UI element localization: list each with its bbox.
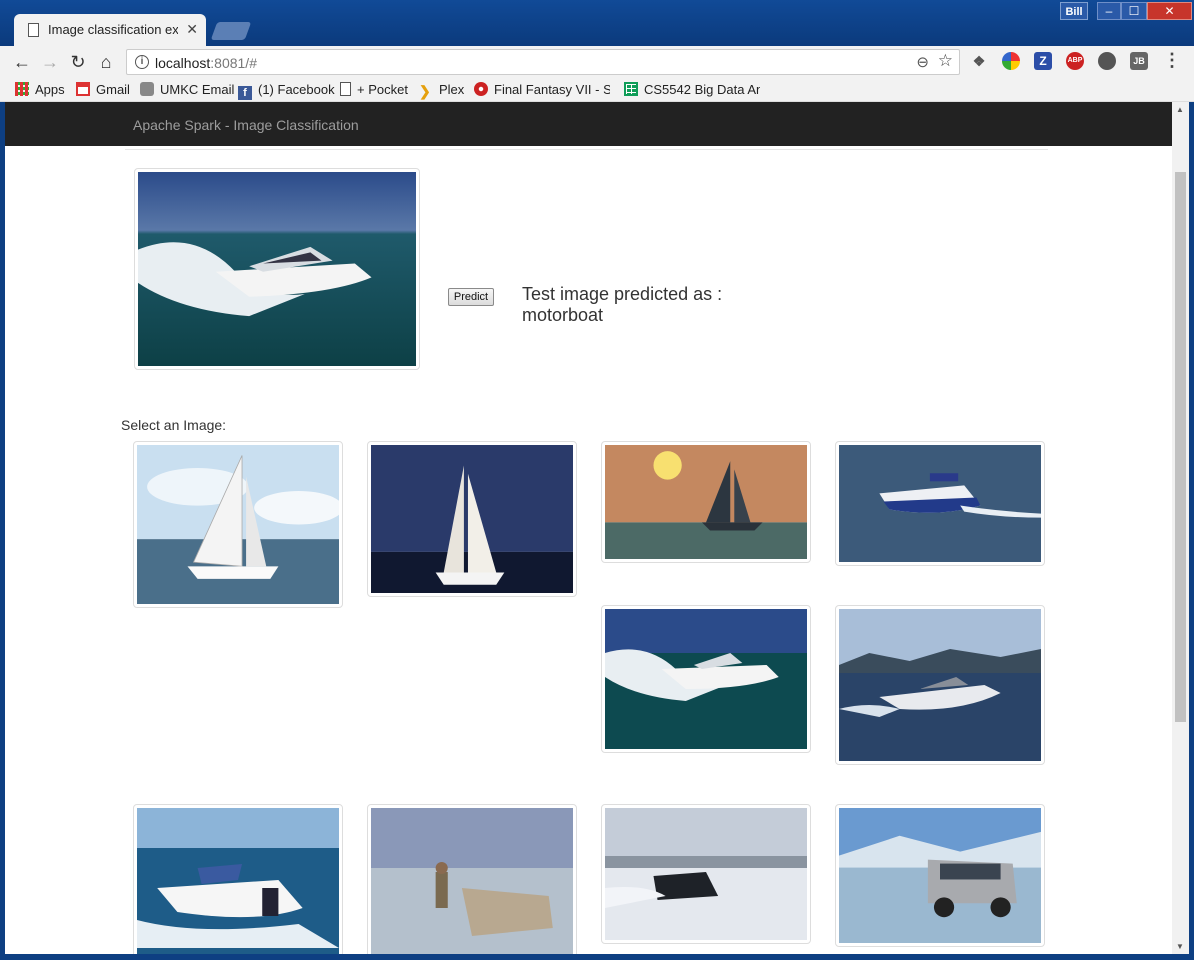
browser-tab[interactable]: Image classification exam ✕	[14, 14, 206, 46]
bookmark-pocket[interactable]: + Pocket	[340, 82, 408, 97]
z-icon[interactable]: Z	[1034, 52, 1052, 70]
close-window-button[interactable]: ✕	[1147, 2, 1192, 20]
url-text: localhost:8081/#	[155, 55, 257, 71]
maximize-button[interactable]: ☐	[1121, 2, 1147, 20]
predict-button[interactable]: Predict	[448, 288, 494, 306]
address-bar[interactable]: i localhost:8081/# ⊖ ☆	[126, 49, 960, 75]
bookmarks-bar: Apps Gmail UMKC Email f (1) Facebook + Po…	[0, 78, 1194, 102]
apps-grid-icon	[15, 82, 29, 96]
bookmark-final-fantasy[interactable]: Final Fantasy VII - Stat	[474, 82, 610, 97]
page-icon	[28, 23, 39, 37]
new-tab-button[interactable]	[210, 22, 252, 40]
zoom-icon[interactable]: ⊖	[916, 53, 929, 71]
app-navbar: Apache Spark - Image Classification	[5, 102, 1172, 146]
app-brand[interactable]: Apache Spark - Image Classification	[133, 117, 359, 133]
scrollbar-thumb[interactable]	[1175, 172, 1186, 722]
window-frame-right	[1189, 102, 1194, 960]
page-scrollbar[interactable]: ▲ ▼	[1172, 102, 1189, 954]
window-frame-left	[0, 102, 5, 960]
back-icon[interactable]: ←	[10, 50, 34, 74]
prediction-value: motorboat	[522, 305, 604, 325]
bookmark-plex[interactable]: ❯ Plex	[419, 82, 464, 98]
browser-toolbar: ← → ↻ ⌂ i localhost:8081/# ⊖ ☆ ❖ Z ABP J…	[0, 46, 1194, 78]
gallery-image-sailboat-1[interactable]	[133, 441, 343, 608]
plex-icon: ❯	[419, 83, 431, 99]
umkc-icon	[140, 82, 154, 96]
forward-icon[interactable]: →	[38, 50, 62, 74]
gallery-image-motorboat-1[interactable]	[835, 441, 1045, 566]
gallery-image-car-1[interactable]	[367, 804, 577, 954]
page-viewport: Apache Spark - Image Classification Pred…	[5, 102, 1172, 954]
tab-title: Image classification exam	[48, 22, 178, 37]
gallery-image-sailboat-3[interactable]	[601, 441, 811, 563]
chrome-color-icon[interactable]	[1002, 52, 1020, 70]
bookmark-gmail[interactable]: Gmail	[76, 82, 130, 97]
gmail-icon	[76, 82, 90, 96]
facebook-icon: f	[238, 86, 252, 100]
menu-icon[interactable]: ⋮	[1163, 50, 1181, 71]
sheets-icon	[624, 82, 638, 96]
prediction-result: Test image predicted as : motorboat	[522, 284, 722, 326]
close-tab-icon[interactable]: ✕	[186, 21, 198, 38]
abp-icon[interactable]: ABP	[1066, 52, 1084, 70]
reload-icon[interactable]: ↻	[66, 50, 90, 74]
gallery-image-sailboat-2[interactable]	[367, 441, 577, 597]
bookmark-umkc[interactable]: UMKC Email	[140, 82, 234, 97]
scroll-down-icon[interactable]: ▼	[1176, 942, 1184, 951]
gallery-image-motorboat-3[interactable]	[835, 605, 1045, 765]
pocket-icon[interactable]	[1098, 52, 1116, 70]
bookmark-star-icon[interactable]: ☆	[938, 51, 953, 71]
prediction-label: Test image predicted as :	[522, 284, 723, 304]
gallery-image-car-3[interactable]	[835, 804, 1045, 947]
gallery-image-motorboat-2[interactable]	[601, 605, 811, 753]
scroll-up-icon[interactable]: ▲	[1176, 105, 1184, 114]
minimize-button[interactable]: ‒	[1097, 2, 1121, 20]
page-icon	[340, 82, 351, 96]
jb-icon[interactable]: JB	[1130, 52, 1148, 70]
select-image-label: Select an Image:	[121, 417, 227, 433]
divider	[125, 149, 1048, 150]
bookmark-facebook[interactable]: f (1) Facebook	[238, 82, 335, 100]
bookmark-apps[interactable]: Apps	[15, 82, 65, 97]
info-icon[interactable]: i	[135, 55, 149, 69]
profile-button[interactable]: Bill	[1060, 2, 1088, 20]
window-titlebar: Image classification exam ✕ Bill ‒ ☐ ✕	[0, 0, 1194, 46]
gallery-image-motorboat-4[interactable]	[133, 804, 343, 954]
ff-icon	[474, 82, 488, 96]
bookmark-cs5542[interactable]: CS5542 Big Data Anal	[624, 82, 760, 97]
dropbox-icon[interactable]: ❖	[970, 52, 988, 70]
home-icon[interactable]: ⌂	[94, 50, 118, 74]
gallery-image-car-2[interactable]	[601, 804, 811, 944]
test-image	[134, 168, 420, 370]
